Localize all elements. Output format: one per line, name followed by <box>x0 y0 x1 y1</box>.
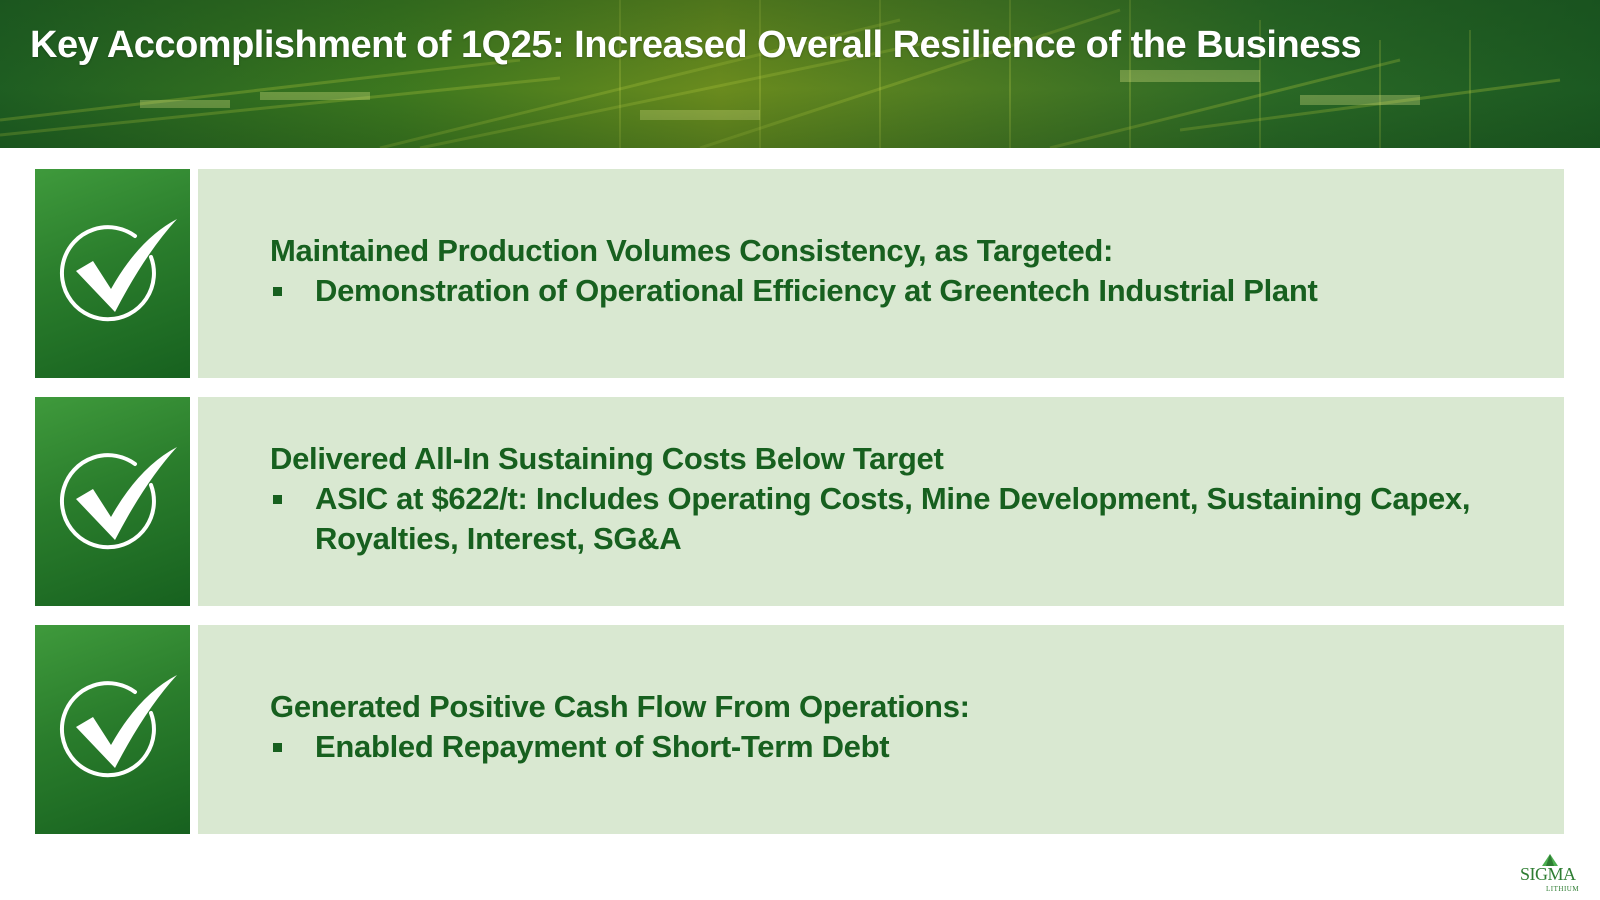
check-tile <box>35 397 190 606</box>
accomplishment-panel: Delivered All-In Sustaining Costs Below … <box>198 397 1564 606</box>
logo-subtext: LITHIUM <box>1546 885 1580 893</box>
accomplishment-card-2: Delivered All-In Sustaining Costs Below … <box>35 397 1564 606</box>
bullet-square-icon <box>273 495 282 504</box>
accomplishment-text: Generated Positive Cash Flow From Operat… <box>270 687 970 767</box>
accomplishment-text: Maintained Production Volumes Consistenc… <box>270 231 1318 311</box>
check-tile <box>35 169 190 378</box>
accomplishment-heading: Maintained Production Volumes Consistenc… <box>270 233 1114 268</box>
check-tile <box>35 625 190 834</box>
bullet-text: ASIC at $622/t: Includes Operating Costs… <box>315 481 1471 556</box>
bullet-square-icon <box>273 287 282 296</box>
accomplishment-card-3: Generated Positive Cash Flow From Operat… <box>35 625 1564 834</box>
slide: Key Accomplishment of 1Q25: Increased Ov… <box>0 0 1600 900</box>
accomplishment-card-1: Maintained Production Volumes Consistenc… <box>35 169 1564 378</box>
checkmark-icon <box>59 675 177 778</box>
bullet-text: Enabled Repayment of Short-Term Debt <box>315 729 890 764</box>
accomplishment-panel: Maintained Production Volumes Consistenc… <box>198 169 1564 378</box>
header-shade-overlay <box>0 0 1600 148</box>
bullet-item: Demonstration of Operational Efficiency … <box>270 271 1318 311</box>
accomplishment-heading: Delivered All-In Sustaining Costs Below … <box>270 441 944 476</box>
accomplishment-panel: Generated Positive Cash Flow From Operat… <box>198 625 1564 834</box>
logo-wordmark: SIGMA <box>1520 864 1576 884</box>
bullet-item: Enabled Repayment of Short-Term Debt <box>270 727 970 767</box>
header-banner: Key Accomplishment of 1Q25: Increased Ov… <box>0 0 1600 148</box>
checkmark-icon <box>59 219 177 322</box>
bullet-item: ASIC at $622/t: Includes Operating Costs… <box>270 479 1510 559</box>
page-title: Key Accomplishment of 1Q25: Increased Ov… <box>30 24 1362 66</box>
sigma-lithium-logo: SIGMA LITHIUM <box>1516 853 1586 893</box>
accomplishment-heading: Generated Positive Cash Flow From Operat… <box>270 689 970 724</box>
checkmark-icon <box>59 447 177 550</box>
bullet-square-icon <box>273 743 282 752</box>
accomplishment-text: Delivered All-In Sustaining Costs Below … <box>270 439 1510 559</box>
bullet-text: Demonstration of Operational Efficiency … <box>315 273 1318 308</box>
